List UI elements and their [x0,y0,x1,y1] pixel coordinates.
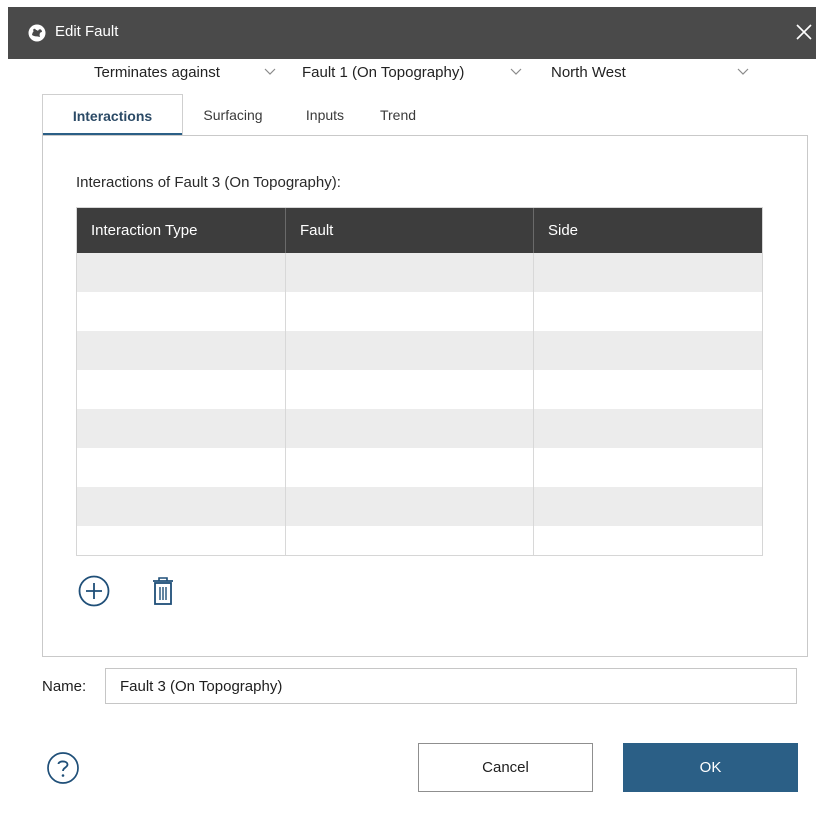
side-select[interactable]: North West [551,53,749,91]
table-header: Interaction Type Fault Side [77,208,762,253]
table-row[interactable] [77,448,762,487]
table-row[interactable] [77,370,762,409]
fault-value: Fault 1 (On Topography) [302,63,465,81]
name-label: Name: [42,678,86,695]
tab-bar: Interactions Surfacing Inputs Trend [42,94,429,136]
column-divider [285,253,286,555]
column-header-interaction-type[interactable]: Interaction Type [77,208,285,253]
table-row[interactable] [77,409,762,448]
leapfrog-icon [28,24,46,42]
column-header-side[interactable]: Side [533,208,762,253]
column-divider [533,253,534,555]
close-icon[interactable] [790,17,816,47]
chevron-down-icon [737,68,749,75]
cancel-button[interactable]: Cancel [418,743,593,792]
column-header-fault[interactable]: Fault [285,208,533,253]
table-row[interactable] [77,292,762,331]
interaction-type-select[interactable]: Terminates against [94,53,276,91]
tab-trend[interactable]: Trend [367,94,429,136]
title-bar: Edit Fault [8,7,816,59]
table-row[interactable] [77,331,762,370]
tab-surfacing[interactable]: Surfacing [183,94,283,136]
question-circle-icon[interactable] [46,751,80,785]
tab-interactions[interactable]: Interactions [42,94,183,136]
window-title: Edit Fault [55,23,119,40]
side-value: North West [551,63,626,81]
interactions-heading: Interactions of Fault 3 (On Topography): [76,174,341,191]
tab-inputs[interactable]: Inputs [283,94,367,136]
ok-button[interactable]: OK [623,743,798,792]
interaction-type-value: Terminates against [94,63,220,81]
plus-circle-icon[interactable] [77,574,111,608]
interactions-table: Interaction Type Fault Side [76,207,763,556]
table-row[interactable] [77,526,762,555]
chevron-down-icon [264,68,276,75]
name-field[interactable] [105,668,797,704]
table-row[interactable] [77,487,762,526]
fault-select[interactable]: Fault 1 (On Topography) [302,53,522,91]
table-row[interactable] [77,253,762,292]
chevron-down-icon [510,68,522,75]
trash-icon[interactable] [146,574,180,608]
name-label-text: Name: [42,678,87,695]
